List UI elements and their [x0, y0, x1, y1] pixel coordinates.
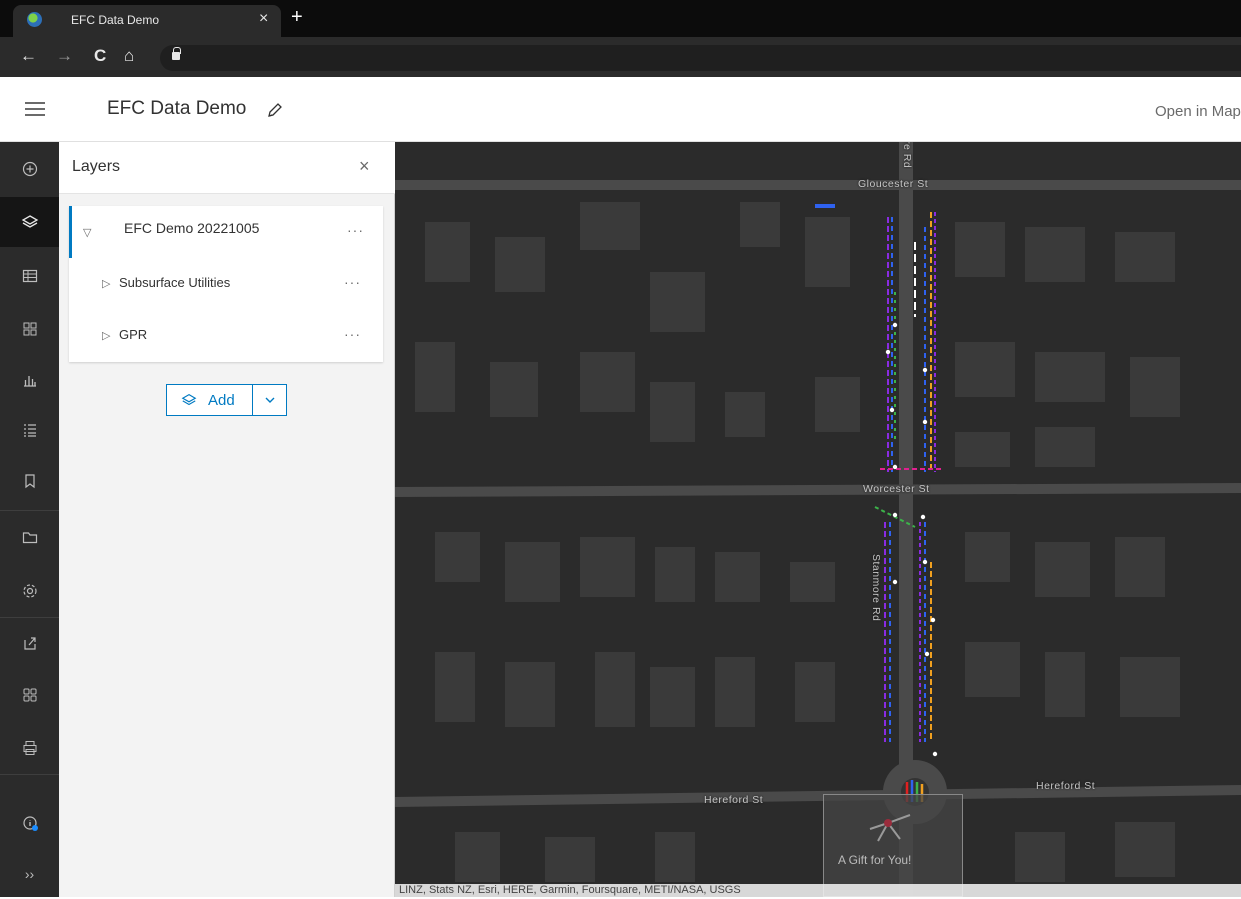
forward-icon[interactable]: →: [56, 46, 73, 66]
close-icon[interactable]: ×: [359, 156, 370, 177]
home-icon[interactable]: ⌂: [124, 46, 134, 66]
street-label-hereford-left: Hereford St: [704, 794, 764, 806]
popup-text: A Gift for You!: [838, 853, 912, 867]
legend-icon: [23, 424, 36, 437]
share-button[interactable]: [0, 618, 59, 668]
bar-chart-icon: [23, 376, 36, 387]
street-label-worcester: Worcester St: [863, 483, 930, 495]
map-attribution: LINZ, Stats NZ, Esri, HERE, Garmin, Four…: [395, 884, 1241, 897]
apps-icon: [23, 688, 36, 702]
promo-popup[interactable]: A Gift for You!: [823, 794, 963, 897]
apps-button[interactable]: [0, 670, 59, 720]
page-title: EFC Data Demo: [107, 98, 247, 119]
layers-icon: [21, 215, 38, 228]
layers-panel: Layers × ▽ EFC Demo 20221005 ··· ▷ Subsu…: [59, 142, 395, 897]
browser-nav-bar: ← → C ⌂: [0, 37, 1241, 77]
grid-view-icon: [23, 322, 36, 336]
bookmark-icon: [24, 474, 35, 489]
browser-tab[interactable]: EFC Data Demo ×: [13, 5, 281, 37]
map-canvas[interactable]: [395, 142, 1241, 897]
layers-button[interactable]: [0, 197, 59, 247]
street-label-gloucester: Gloucester St: [858, 178, 929, 190]
layer-item-subsurface-utilities[interactable]: ▷ Subsurface Utilities ···: [69, 258, 383, 310]
reload-icon[interactable]: C: [94, 46, 106, 66]
add-content-button[interactable]: [0, 144, 59, 194]
layer-label: Subsurface Utilities: [119, 275, 231, 290]
bookmarks-button[interactable]: [0, 456, 59, 506]
street-label-stanmore: Stanmore Rd: [870, 554, 882, 622]
close-tab-icon[interactable]: ×: [259, 10, 268, 28]
info-button[interactable]: [0, 798, 59, 848]
options-menu-icon[interactable]: ···: [344, 326, 361, 342]
left-toolbar: ››: [0, 142, 59, 897]
table-icon: [22, 269, 37, 283]
add-layer-split-button: Add: [166, 384, 287, 416]
group-label: EFC Demo 20221005: [124, 220, 260, 236]
add-label: Add: [208, 392, 235, 409]
settings-icon: [22, 584, 37, 598]
collapse-caret-icon[interactable]: ▽: [83, 226, 91, 239]
layers-icon: [181, 394, 197, 406]
new-tab-icon[interactable]: +: [291, 6, 303, 29]
pencil-icon[interactable]: [266, 101, 284, 119]
menu-icon[interactable]: [25, 102, 45, 116]
layer-group-efc-demo[interactable]: ▽ EFC Demo 20221005 ···: [69, 206, 383, 258]
expand-icon[interactable]: ››: [0, 849, 59, 899]
panel-title: Layers: [72, 158, 121, 175]
tab-title: EFC Data Demo: [71, 13, 160, 27]
layer-list: ▽ EFC Demo 20221005 ··· ▷ Subsurface Uti…: [69, 206, 383, 362]
browser-tab-bar: EFC Data Demo × +: [0, 0, 1241, 37]
expand-caret-icon[interactable]: ▷: [102, 277, 110, 290]
options-menu-icon[interactable]: ···: [344, 274, 361, 290]
tables-button[interactable]: [0, 251, 59, 301]
legend-button[interactable]: [0, 405, 59, 455]
folder-icon: [22, 532, 37, 544]
address-bar[interactable]: [160, 45, 1241, 71]
print-icon: [23, 741, 36, 755]
charts-button[interactable]: [0, 355, 59, 405]
print-button[interactable]: [0, 723, 59, 773]
expand-caret-icon[interactable]: ▷: [102, 329, 110, 342]
layer-item-gpr[interactable]: ▷ GPR ···: [69, 310, 383, 362]
open-in-map-link[interactable]: Open in Map: [1155, 103, 1241, 120]
plus-circle-icon: [22, 161, 37, 177]
settings-button[interactable]: [0, 566, 59, 616]
flower-icon: [869, 814, 911, 842]
add-options-dropdown[interactable]: [253, 385, 286, 415]
options-menu-icon[interactable]: ···: [347, 222, 364, 238]
content-button[interactable]: [0, 512, 59, 562]
info-icon: [22, 816, 38, 831]
charts-grid-button[interactable]: [0, 304, 59, 354]
back-icon[interactable]: ←: [20, 46, 37, 66]
lock-icon: [172, 47, 181, 60]
layer-label: GPR: [119, 327, 148, 342]
globe-icon: [27, 12, 42, 27]
panel-header: Layers ×: [59, 142, 395, 194]
app-header: EFC Data Demo Open in Map: [0, 77, 1241, 142]
add-layer-button[interactable]: Add: [167, 385, 253, 415]
map-view[interactable]: Gloucester St Worcester St Hereford St H…: [395, 142, 1241, 897]
share-icon: [23, 637, 36, 650]
chevron-down-icon: [265, 397, 274, 403]
street-label-hereford-right: Hereford St: [1036, 780, 1096, 792]
street-label-stanmore-top: re Rd: [901, 142, 913, 169]
